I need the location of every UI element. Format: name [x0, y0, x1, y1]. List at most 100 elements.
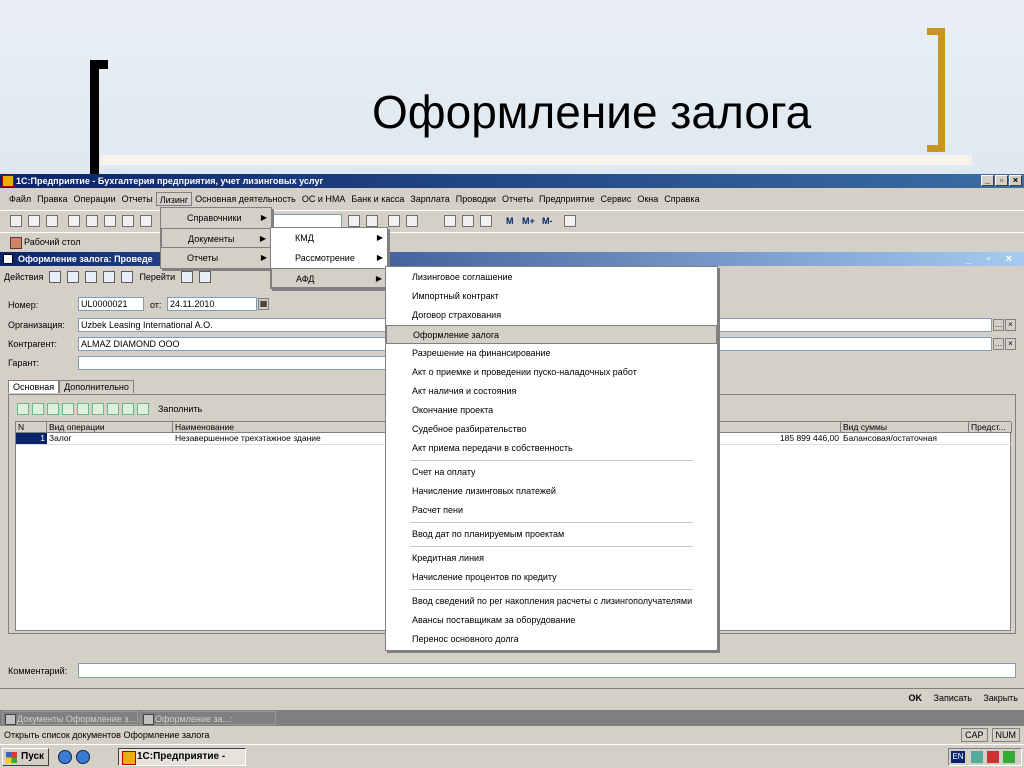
col-amount-kind[interactable]: Вид суммы: [841, 422, 969, 433]
sort-asc-icon[interactable]: [122, 403, 134, 415]
menu-item-leasing-agreement[interactable]: Лизинговое соглашение: [386, 268, 717, 287]
delete-row-icon[interactable]: [62, 403, 74, 415]
menu-item-lessee-settlements[interactable]: Ввод сведений по рег накопления расчеты …: [386, 592, 717, 611]
menu-item-litigation[interactable]: Судебное разбирательство: [386, 420, 717, 439]
post-icon[interactable]: [103, 271, 116, 283]
menu-enterprise[interactable]: Предприятие: [536, 192, 597, 206]
cut-icon[interactable]: [68, 215, 80, 227]
date-field[interactable]: 24.11.2010: [167, 297, 257, 311]
menu-item-financing-permit[interactable]: Разрешение на финансирование: [386, 344, 717, 363]
explorer-icon[interactable]: [76, 750, 90, 764]
comment-field[interactable]: [78, 663, 1016, 678]
paste-icon[interactable]: [104, 215, 116, 227]
menu-item-commissioning-act[interactable]: Акт о приемке и проведении пуско-наладоч…: [386, 363, 717, 382]
col-operation[interactable]: Вид операции: [47, 422, 173, 433]
add-icon[interactable]: [49, 271, 62, 283]
menu-reports-2[interactable]: Отчеты: [499, 192, 536, 206]
save-icon[interactable]: [46, 215, 58, 227]
menu-item-credit-line[interactable]: Кредитная линия: [386, 549, 717, 568]
org-clear-button[interactable]: ×: [1005, 319, 1016, 331]
new-doc-icon[interactable]: [10, 215, 22, 227]
menu-windows[interactable]: Окна: [634, 192, 661, 206]
open-icon[interactable]: [28, 215, 40, 227]
end-edit-icon[interactable]: [77, 403, 89, 415]
move-down-icon[interactable]: [107, 403, 119, 415]
restore-button[interactable]: ▫: [995, 175, 1008, 186]
menu-item-import-contract[interactable]: Импортный контракт: [386, 287, 717, 306]
antivirus-icon[interactable]: [987, 751, 999, 763]
org-select-button[interactable]: …: [993, 319, 1004, 331]
contractor-select-button[interactable]: …: [993, 338, 1004, 350]
number-field[interactable]: UL0000021: [78, 297, 144, 311]
menu-postings[interactable]: Проводки: [453, 192, 499, 206]
actions-menu[interactable]: Действия: [4, 272, 43, 282]
sort-desc-icon[interactable]: [137, 403, 149, 415]
menu-item-credit-interest[interactable]: Начисление процентов по кредиту: [386, 568, 717, 587]
menu-item-invoice[interactable]: Счет на оплату: [386, 463, 717, 482]
question-icon[interactable]: [181, 271, 194, 283]
clipboard-icon[interactable]: [480, 215, 492, 227]
start-button[interactable]: Пуск: [2, 748, 50, 766]
window-icon[interactable]: [388, 215, 400, 227]
menu-salary[interactable]: Зарплата: [407, 192, 452, 206]
menu-item-insurance-contract[interactable]: Договор страхования: [386, 306, 717, 325]
menu-item-kmd[interactable]: КМД ▶: [271, 228, 387, 248]
network-icon[interactable]: [971, 751, 983, 763]
copy-icon[interactable]: [86, 215, 98, 227]
menu-item-ownership-transfer[interactable]: Акт приема передачи в собственность: [386, 439, 717, 458]
menu-item-supplier-advances[interactable]: Авансы поставщикам за оборудование: [386, 611, 717, 630]
menu-bank-cash[interactable]: Банк и касса: [348, 192, 407, 206]
fill-button[interactable]: Заполнить: [158, 404, 202, 414]
menu-edit[interactable]: Правка: [34, 192, 70, 206]
print-icon[interactable]: [122, 215, 134, 227]
menu-item-penalty[interactable]: Расчет пени: [386, 501, 717, 520]
menu-reports[interactable]: Отчеты: [119, 192, 156, 206]
copy-row-icon[interactable]: [67, 271, 80, 283]
goto-menu[interactable]: Перейти: [139, 272, 175, 282]
tab-additional[interactable]: Дополнительно: [59, 380, 134, 393]
language-indicator[interactable]: EN: [951, 751, 965, 763]
contractor-clear-button[interactable]: ×: [1005, 338, 1016, 350]
window-tab-documents[interactable]: Документы Оформление з...: [2, 711, 138, 725]
col-n[interactable]: N: [16, 422, 47, 433]
menu-service[interactable]: Сервис: [598, 192, 635, 206]
menu-help[interactable]: Справка: [661, 192, 702, 206]
find-icon[interactable]: [348, 215, 360, 227]
tools-icon[interactable]: [564, 215, 576, 227]
ie-icon[interactable]: [58, 750, 72, 764]
help-icon[interactable]: [406, 215, 418, 227]
unpost-icon[interactable]: [121, 271, 134, 283]
menu-os-nma[interactable]: ОС и НМА: [299, 192, 349, 206]
minimize-button[interactable]: _: [981, 175, 994, 186]
calendar-icon[interactable]: [462, 215, 474, 227]
col-represent[interactable]: Предст...: [969, 422, 1012, 433]
tray-icon[interactable]: [1003, 751, 1015, 763]
calculator-icon[interactable]: [444, 215, 456, 227]
add-row-icon[interactable]: [17, 403, 29, 415]
dt-kt-icon[interactable]: [199, 271, 212, 283]
calendar-button[interactable]: ▦: [258, 298, 269, 310]
save-button[interactable]: Записать: [934, 693, 972, 703]
document-window-buttons[interactable]: _ ▫ ×: [965, 252, 1018, 266]
menu-item-catalogs[interactable]: Справочники ▶: [161, 208, 271, 228]
window-tab-pledge[interactable]: Оформление за...: Проведен: [140, 711, 276, 738]
edit-row-icon[interactable]: [47, 403, 59, 415]
close-doc-button[interactable]: Закрыть: [983, 693, 1018, 703]
menu-leasing[interactable]: Лизинг: [155, 192, 193, 206]
search-input[interactable]: [270, 214, 342, 228]
memory-m-icon[interactable]: M: [506, 216, 514, 226]
preview-icon[interactable]: [140, 215, 152, 227]
menu-item-project-end[interactable]: Окончание проекта: [386, 401, 717, 420]
menu-item-review[interactable]: Рассмотрение ▶: [271, 248, 387, 268]
move-up-icon[interactable]: [92, 403, 104, 415]
menu-item-leasing-payments[interactable]: Начисление лизинговых платежей: [386, 482, 717, 501]
menu-item-reports[interactable]: Отчеты ▶: [161, 248, 271, 268]
menu-item-afd[interactable]: АФД ▶: [271, 268, 387, 288]
find-next-icon[interactable]: [366, 215, 378, 227]
menu-item-condition-act[interactable]: Акт наличия и состояния: [386, 382, 717, 401]
ok-button[interactable]: OK: [909, 693, 923, 703]
memory-plus-icon[interactable]: M+: [522, 216, 535, 226]
guarantor-field[interactable]: [78, 356, 388, 370]
close-button[interactable]: ×: [1009, 175, 1022, 186]
menu-item-planned-dates[interactable]: Ввод дат по планируемым проектам: [386, 525, 717, 544]
